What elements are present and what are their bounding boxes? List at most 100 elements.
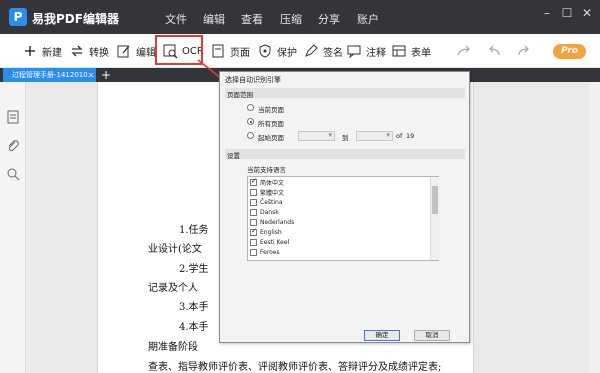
comment-icon: [347, 45, 361, 59]
all-pages-radio[interactable]: [247, 118, 254, 125]
add-tab-button[interactable]: +: [101, 68, 111, 82]
thumbnail-icon[interactable]: [6, 110, 20, 124]
doc-line: 业设计(论文: [148, 244, 202, 255]
form-label: 表单: [411, 47, 431, 59]
form-button[interactable]: 表单: [391, 34, 431, 68]
maximize-button[interactable]: ☐: [558, 6, 576, 20]
language-name: English: [260, 229, 282, 236]
page-range-section: 页面范围: [225, 88, 465, 99]
checkbox[interactable]: [250, 249, 257, 256]
convert-label: 转换: [89, 47, 109, 59]
scrollbar-thumb[interactable]: [432, 186, 438, 214]
comment-label: 注释: [366, 47, 386, 59]
app-title: 易我PDF编辑器: [32, 12, 119, 26]
title-bar: P 易我PDF编辑器 文件 编辑 查看 压缩 分享 账户 – ☐ ✕: [0, 0, 600, 34]
new-button[interactable]: 新建: [22, 34, 62, 68]
ocr-dialog: 选择自动识别引擎 页面范围 当前页面 所有页面 起始页面 到 of 19 设置 …: [219, 71, 470, 343]
dialog-title: 选择自动识别引擎: [225, 76, 281, 84]
menu-edit[interactable]: 编辑: [203, 11, 225, 27]
doc-line: 4.本手: [179, 322, 209, 333]
pro-badge[interactable]: Pro: [553, 44, 586, 59]
page-range-label: 页面范围: [227, 91, 253, 99]
total-pages: 19: [406, 132, 415, 140]
pen-icon: [305, 44, 318, 57]
menu-file[interactable]: 文件: [165, 11, 187, 27]
doc-line: 期准备阶段: [148, 342, 198, 353]
checkbox[interactable]: [250, 239, 257, 246]
search-icon[interactable]: [6, 167, 20, 181]
shield-icon: [259, 44, 271, 58]
close-button[interactable]: ✕: [578, 6, 596, 20]
doc-line: 2.学生: [179, 264, 209, 275]
start-page-select[interactable]: [298, 131, 335, 141]
list-item[interactable]: Feroes: [250, 248, 280, 257]
app-logo: P: [9, 8, 27, 26]
undo-icon[interactable]: [486, 43, 502, 59]
doc-line: 3.本手: [179, 302, 209, 313]
list-item[interactable]: 繁體中文: [250, 188, 284, 197]
list-item[interactable]: Nederlands: [250, 218, 294, 227]
checkbox[interactable]: [250, 199, 257, 206]
settings-section: 设置: [225, 149, 465, 160]
menu-view[interactable]: 查看: [241, 11, 263, 27]
pro-label: Pro: [561, 46, 578, 56]
page-label: 页面: [230, 47, 250, 59]
language-name: 繁體中文: [260, 190, 285, 197]
attachment-icon[interactable]: [6, 139, 20, 153]
list-item[interactable]: Eesti Keel: [250, 238, 289, 247]
language-list[interactable]: 简体中文 繁體中文 Čeština Dansk Nederlands Engli…: [247, 176, 439, 261]
redo-icon[interactable]: [516, 43, 532, 59]
edit-label: 编辑: [136, 47, 156, 59]
checkbox[interactable]: [250, 219, 257, 226]
language-name: 简体中文: [260, 180, 285, 187]
document-tab-label: 过程管理手册-1412010...: [12, 71, 95, 79]
menu-account[interactable]: 账户: [357, 11, 379, 27]
list-item[interactable]: English: [250, 227, 282, 237]
comment-button[interactable]: 注释: [346, 34, 386, 68]
list-item[interactable]: 简体中文: [250, 177, 285, 187]
share-arrow-icon[interactable]: [456, 43, 472, 59]
sign-button[interactable]: 签名: [303, 34, 343, 68]
page-icon: [212, 44, 224, 58]
end-page-select[interactable]: [356, 131, 393, 141]
language-name: Eesti Keel: [260, 239, 290, 246]
current-page-radio[interactable]: [247, 104, 254, 111]
language-name: Dansk: [260, 209, 279, 216]
of-label: of: [396, 132, 403, 140]
side-panel: [0, 82, 26, 373]
ok-button[interactable]: 确定: [364, 330, 400, 341]
settings-label: 设置: [227, 152, 240, 160]
plus-icon: [25, 46, 35, 56]
edit-icon: [117, 45, 130, 58]
document-tab[interactable]: 过程管理手册-1412010...: [3, 68, 96, 82]
protect-button[interactable]: 保护: [257, 34, 297, 68]
minimize-button[interactable]: –: [538, 6, 556, 20]
language-list-scrollbar[interactable]: [430, 177, 439, 260]
menu-share[interactable]: 分享: [318, 11, 340, 27]
language-name: Čeština: [260, 199, 283, 206]
form-icon: [392, 45, 406, 57]
list-item[interactable]: Dansk: [250, 208, 279, 217]
checkbox[interactable]: [250, 209, 257, 216]
cancel-button[interactable]: 取消: [414, 330, 450, 341]
doc-line: 查表、指导教师评价表、评阅教师评价表、答辩评分及成绩评定表;: [148, 362, 442, 373]
toolbar: 新建 转换 编辑 OCR 页面 保护 签名 注释 表单: [0, 34, 600, 68]
edit-button[interactable]: 编辑: [116, 34, 156, 68]
checkbox[interactable]: [250, 189, 257, 196]
convert-button[interactable]: 转换: [69, 34, 109, 68]
all-pages-label: 所有页面: [258, 120, 284, 128]
sign-label: 签名: [323, 47, 343, 59]
convert-icon: [71, 45, 83, 57]
start-page-label: 起始页面: [258, 134, 284, 142]
tab-close-icon[interactable]: ×: [88, 68, 94, 82]
document-scrollbar[interactable]: [589, 82, 600, 373]
language-name: Feroes: [260, 249, 280, 256]
new-label: 新建: [42, 47, 62, 59]
doc-line: 记录及个人: [148, 283, 198, 294]
checkbox[interactable]: [250, 177, 257, 186]
checkbox[interactable]: [250, 227, 257, 236]
start-page-radio[interactable]: [247, 132, 254, 139]
list-item[interactable]: Čeština: [250, 198, 283, 207]
menu-compress[interactable]: 压缩: [280, 11, 302, 27]
current-page-label: 当前页面: [258, 106, 284, 114]
